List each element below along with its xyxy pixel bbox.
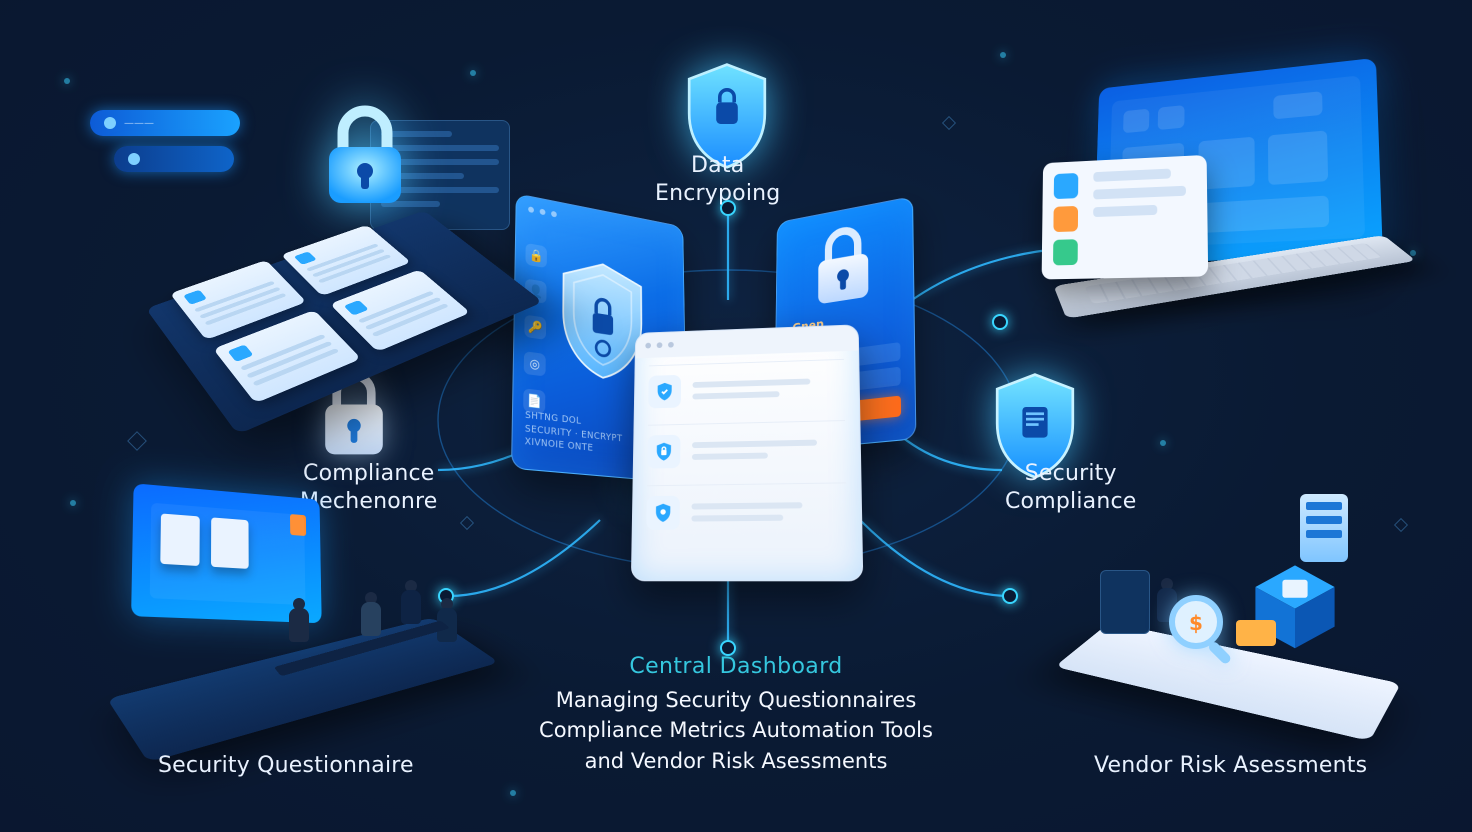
- key-icon: 🔑: [524, 315, 546, 340]
- documents-cluster: ———: [70, 40, 490, 340]
- flame-icon: [290, 514, 306, 536]
- caption-line-1: Managing Security Questionnaires: [556, 688, 917, 712]
- check-icon: [1053, 239, 1078, 265]
- data-encryption-label: Data Encrypoing: [655, 152, 780, 207]
- caption-line-2: Compliance Metrics Automation Tools: [539, 718, 933, 742]
- laptop-popup-card: [1042, 155, 1209, 280]
- shield-check-icon: [648, 374, 681, 408]
- shield-icon: [559, 255, 645, 385]
- doc-icon: 📄: [523, 388, 545, 413]
- clipboard-icon: [1100, 570, 1150, 634]
- server-icon: [1294, 488, 1354, 568]
- caption-block: Central Dashboard Managing Security Ques…: [0, 654, 1472, 776]
- radar-icon: ◎: [524, 351, 546, 376]
- questionnaire-list-card: [631, 324, 863, 581]
- lock-icon: 🔒: [525, 243, 547, 268]
- padlock-icon: [807, 217, 881, 314]
- alert-icon: [1053, 206, 1078, 232]
- center-dashboard: 🔒 👤 🔑 ◎ 📄 SHTNG DOLSECURITY · ENCRYPTXIV…: [520, 195, 940, 615]
- card-icon: [1236, 620, 1276, 646]
- shield-lock-icon: [647, 434, 680, 468]
- shield-star-icon: [646, 495, 680, 529]
- caption-title: Central Dashboard: [0, 654, 1472, 679]
- svg-text:$: $: [1189, 611, 1203, 635]
- caption-line-3: and Vendor Risk Asessments: [585, 749, 888, 773]
- cloud-icon: [1054, 173, 1079, 199]
- glow-padlock-icon: [305, 95, 425, 215]
